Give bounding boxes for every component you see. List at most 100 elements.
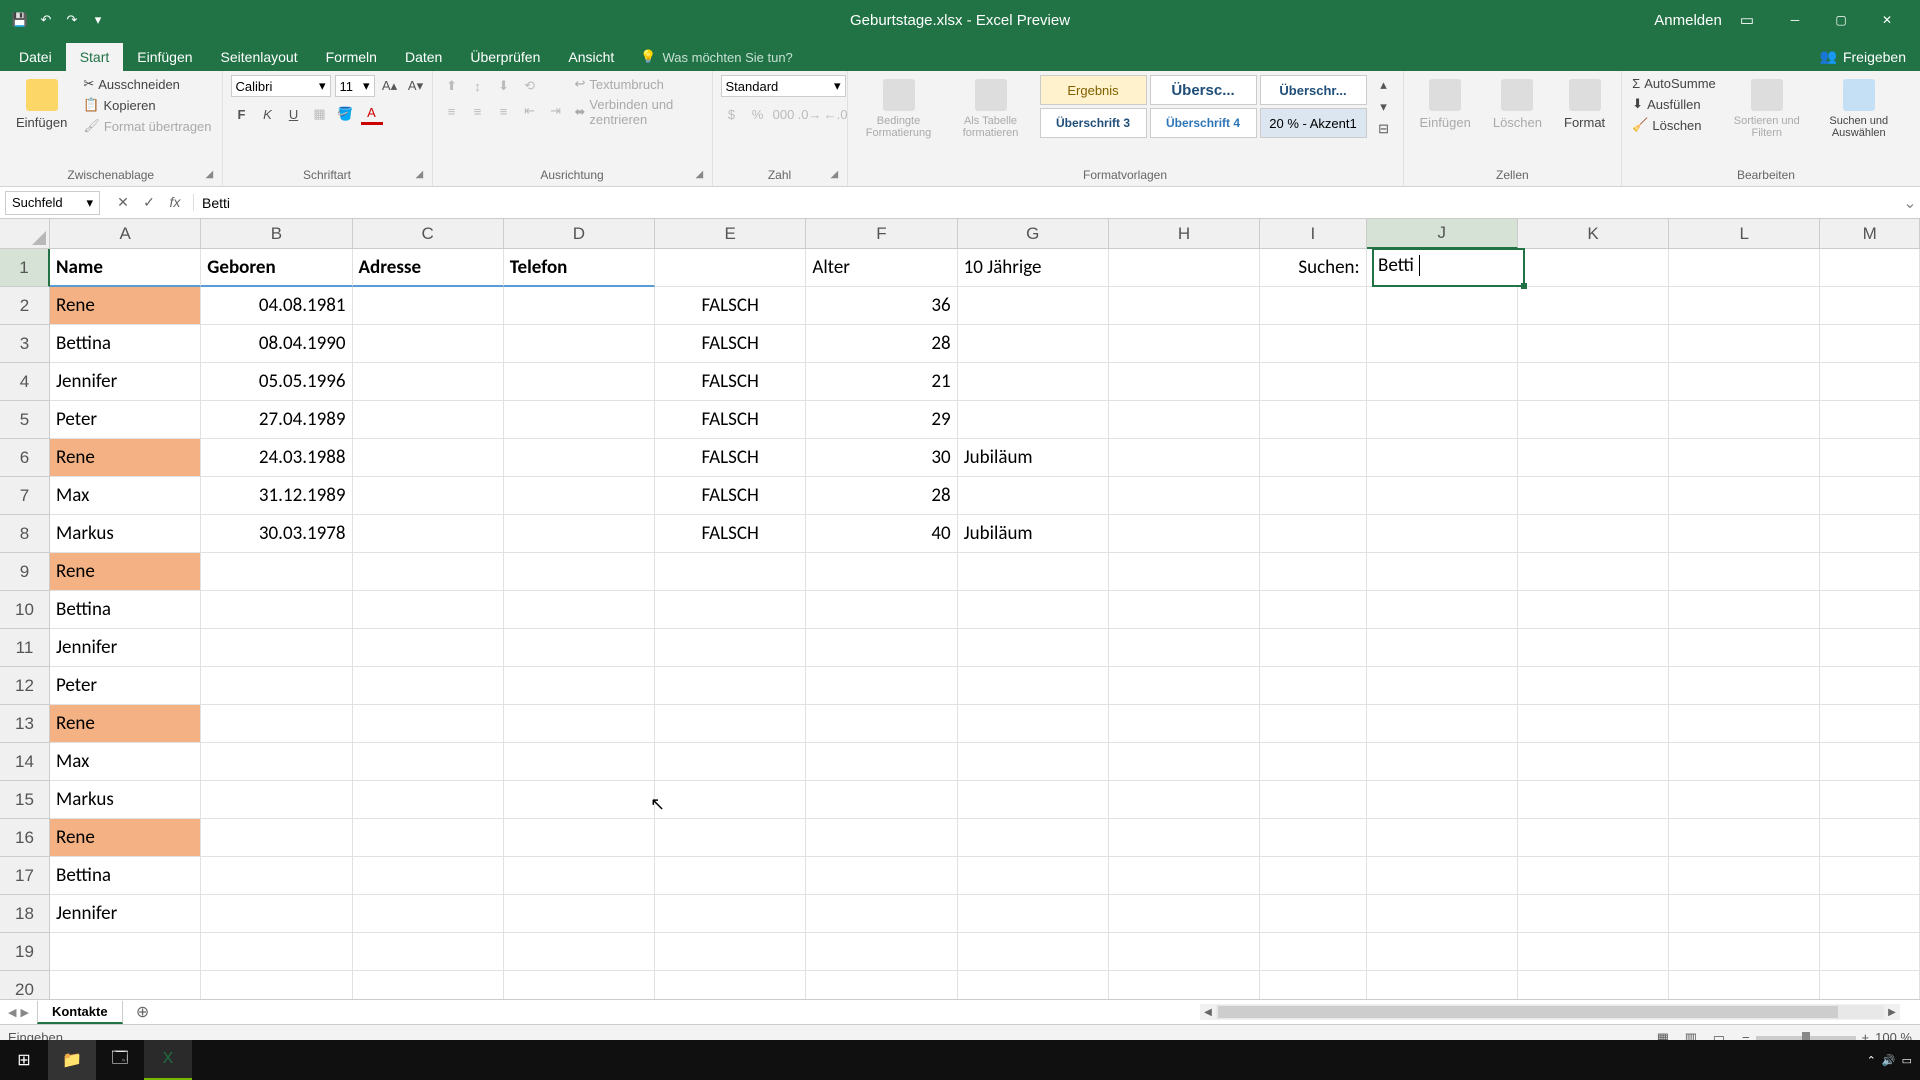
cell-G17[interactable] [958,857,1109,895]
cell-K1[interactable] [1518,249,1669,287]
cell-D10[interactable] [504,591,655,629]
cell-A3[interactable]: Bettina [50,325,201,363]
cell-I9[interactable] [1260,553,1367,591]
cell-H15[interactable] [1109,781,1260,819]
cell-E5[interactable]: FALSCH [655,401,806,439]
cell-L2[interactable] [1669,287,1820,325]
cell-A4[interactable]: Jennifer [50,363,201,401]
cell-J11[interactable] [1367,629,1518,667]
gallery-down-icon[interactable]: ▾ [1373,97,1395,116]
cell-I19[interactable] [1260,933,1367,971]
font-name-dropdown[interactable]: Calibri▾ [231,75,331,97]
cell-D4[interactable] [504,363,655,401]
cell-E8[interactable]: FALSCH [655,515,806,553]
tab-start[interactable]: Start [66,43,124,71]
row-header-14[interactable]: 14 [0,743,50,781]
cell-A12[interactable]: Peter [50,667,201,705]
cell-J8[interactable] [1367,515,1518,553]
row-header-16[interactable]: 16 [0,819,50,857]
cell-K13[interactable] [1518,705,1669,743]
cell-K16[interactable] [1518,819,1669,857]
cell-D5[interactable] [504,401,655,439]
cell-M10[interactable] [1820,591,1920,629]
cell-C14[interactable] [353,743,504,781]
cell-M11[interactable] [1820,629,1920,667]
cell-K6[interactable] [1518,439,1669,477]
cell-H4[interactable] [1109,363,1260,401]
cell-H8[interactable] [1109,515,1260,553]
add-sheet-button[interactable]: ⊕ [131,1002,155,1022]
cell-G2[interactable] [958,287,1109,325]
cell-F19[interactable] [806,933,957,971]
cell-E18[interactable] [655,895,806,933]
number-launcher[interactable]: ◢ [831,169,845,183]
row-header-7[interactable]: 7 [0,477,50,515]
fx-button[interactable]: fx [163,194,187,211]
undo-icon[interactable]: ↶ [38,12,54,28]
cell-G13[interactable] [958,705,1109,743]
tab-einfuegen[interactable]: Einfügen [123,43,206,71]
sheet-nav-next[interactable]: ▶ [20,1006,28,1019]
cell-E12[interactable] [655,667,806,705]
cell-K7[interactable] [1518,477,1669,515]
cell-J19[interactable] [1367,933,1518,971]
cell-L19[interactable] [1669,933,1820,971]
cell-E10[interactable] [655,591,806,629]
decrease-font-icon[interactable]: A▾ [405,75,427,97]
cell-I6[interactable] [1260,439,1367,477]
sheet-nav-prev[interactable]: ◀ [8,1006,16,1019]
share-button[interactable]: 👥 Freigeben [1806,42,1920,71]
cell-H19[interactable] [1109,933,1260,971]
cell-L13[interactable] [1669,705,1820,743]
cell-E4[interactable]: FALSCH [655,363,806,401]
cell-J20[interactable] [1367,971,1518,999]
cell-F18[interactable] [806,895,957,933]
cell-C11[interactable] [353,629,504,667]
cell-I3[interactable] [1260,325,1367,363]
cell-K14[interactable] [1518,743,1669,781]
style-ueberschrift2[interactable]: Überschr... [1260,75,1367,105]
cell-L18[interactable] [1669,895,1820,933]
col-header-H[interactable]: H [1109,219,1260,249]
cell-E20[interactable] [655,971,806,999]
cell-K11[interactable] [1518,629,1669,667]
cell-F3[interactable]: 28 [806,325,957,363]
cell-G7[interactable] [958,477,1109,515]
cell-I18[interactable] [1260,895,1367,933]
cell-H14[interactable] [1109,743,1260,781]
indent-inc-icon[interactable]: ⇥ [545,100,567,122]
cell-J12[interactable] [1367,667,1518,705]
cell-E17[interactable] [655,857,806,895]
cell-K15[interactable] [1518,781,1669,819]
cell-D6[interactable] [504,439,655,477]
paste-button[interactable]: Einfügen [8,75,75,134]
col-header-J[interactable]: J [1367,219,1518,249]
cell-K19[interactable] [1518,933,1669,971]
currency-icon[interactable]: $ [721,103,743,125]
cell-M19[interactable] [1820,933,1920,971]
cell-D8[interactable] [504,515,655,553]
copy-button[interactable]: 📋Kopieren [81,96,213,114]
bold-button[interactable]: F [231,103,253,125]
scroll-left-icon[interactable]: ◀ [1200,1007,1216,1018]
cell-M18[interactable] [1820,895,1920,933]
cell-A11[interactable]: Jennifer [50,629,201,667]
cell-E3[interactable]: FALSCH [655,325,806,363]
cell-B1[interactable]: Geboren [201,249,352,287]
cell-I17[interactable] [1260,857,1367,895]
cell-F13[interactable] [806,705,957,743]
cell-J14[interactable] [1367,743,1518,781]
sheet-tab-kontakte[interactable]: Kontakte [37,1001,123,1024]
cell-M6[interactable] [1820,439,1920,477]
increase-font-icon[interactable]: A▴ [379,75,401,97]
cell-A8[interactable]: Markus [50,515,201,553]
taskbar-excel[interactable]: X [144,1040,192,1080]
cell-J7[interactable] [1367,477,1518,515]
cell-M14[interactable] [1820,743,1920,781]
format-as-table-button[interactable]: Als Tabelle formatieren [948,75,1034,143]
cell-M12[interactable] [1820,667,1920,705]
cell-F4[interactable]: 21 [806,363,957,401]
cell-K20[interactable] [1518,971,1669,999]
sort-filter-button[interactable]: Sortieren und Filtern [1724,75,1810,143]
cell-B19[interactable] [201,933,352,971]
